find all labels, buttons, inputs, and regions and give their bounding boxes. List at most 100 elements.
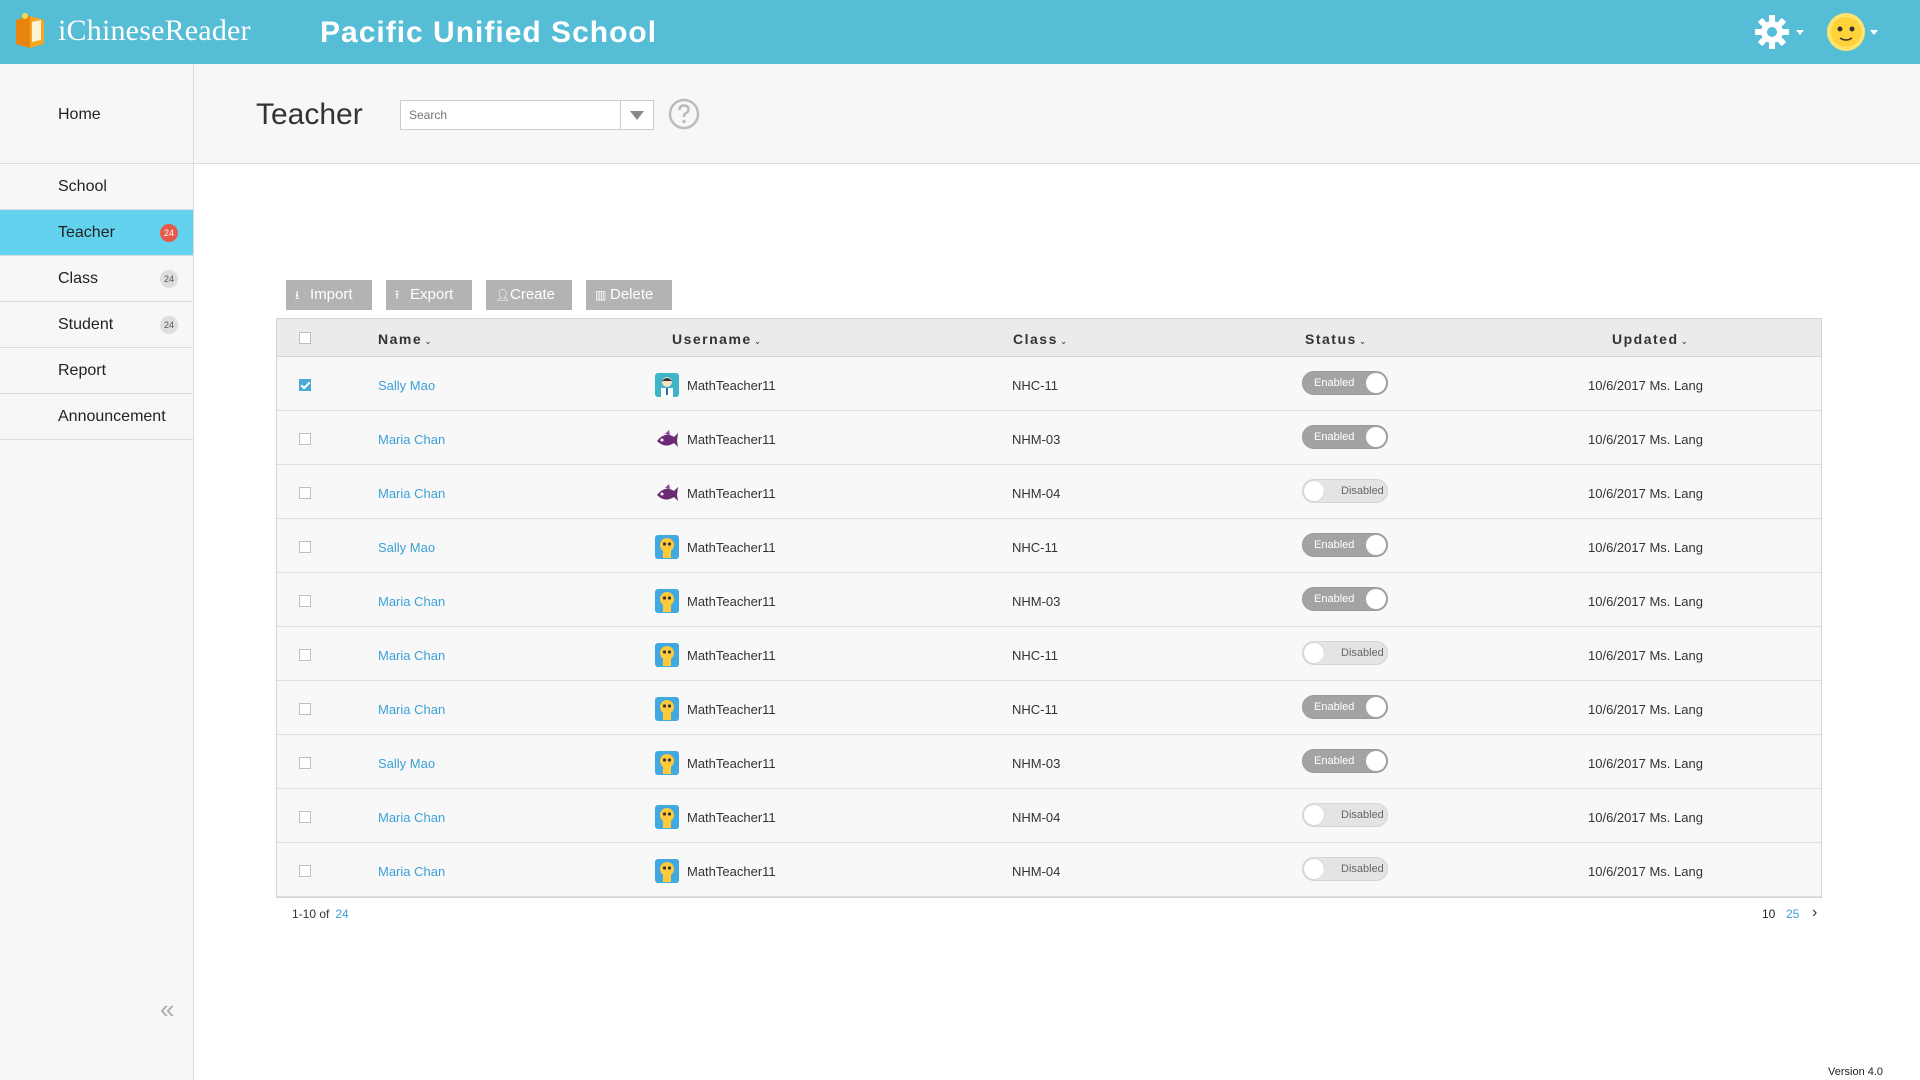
- teacher-name-link[interactable]: Sally Mao: [378, 540, 435, 555]
- next-page-chevron-icon[interactable]: ›: [1812, 904, 1817, 922]
- row-checkbox[interactable]: [299, 541, 311, 553]
- sidebar-item-student[interactable]: Student 24: [0, 302, 193, 348]
- table-row[interactable]: Sally Mao MathTeacher11 NHC-11 Enabled 10/6/…: [277, 519, 1821, 573]
- column-header-status[interactable]: Status ⌄: [1305, 331, 1368, 347]
- row-checkbox[interactable]: [299, 757, 311, 769]
- column-header-name[interactable]: Name ⌄: [378, 331, 433, 347]
- robot-avatar-icon: [655, 859, 679, 883]
- row-checkbox[interactable]: [299, 595, 311, 607]
- teacher-name-link[interactable]: Maria Chan: [378, 648, 445, 663]
- select-all-checkbox[interactable]: [299, 332, 311, 344]
- teacher-name-link[interactable]: Maria Chan: [378, 702, 445, 717]
- version-label: Version 4.0: [1828, 1066, 1884, 1078]
- pagination-range: 1-10 of: [292, 907, 330, 921]
- row-checkbox[interactable]: [299, 649, 311, 661]
- class-text: NHM-03: [1012, 594, 1061, 609]
- person-icon: 👤︎: [495, 288, 511, 302]
- username-text: MathTeacher11: [687, 648, 776, 663]
- import-button[interactable]: ⭳ Import: [286, 280, 372, 310]
- teacher-name-link[interactable]: Maria Chan: [378, 810, 445, 825]
- status-toggle[interactable]: Disabled: [1302, 803, 1388, 827]
- teacher-name-link[interactable]: Maria Chan: [378, 486, 445, 501]
- table-row[interactable]: Maria Chan MathTeacher11 NHM-04 Disabled 10/…: [277, 789, 1821, 843]
- table-row[interactable]: Maria Chan MathTeacher11 NHM-04 Disabled 10/…: [277, 465, 1821, 519]
- sidebar-item-home[interactable]: Home: [0, 64, 193, 164]
- sidebar-item-announcement[interactable]: Announcement: [0, 394, 193, 440]
- column-header-label: Name: [378, 331, 423, 347]
- teacher-name-link[interactable]: Sally Mao: [378, 378, 435, 393]
- sidebar-item-teacher[interactable]: Teacher 24: [0, 210, 193, 256]
- status-toggle[interactable]: Enabled: [1302, 695, 1388, 719]
- page-size-25[interactable]: 25: [1786, 907, 1799, 921]
- settings-gear-icon[interactable]: [1754, 14, 1810, 50]
- trash-icon: ▥: [595, 288, 607, 302]
- toggle-knob: [1304, 481, 1324, 501]
- table-row[interactable]: Sally Mao MathTeacher11 NHC-11 Enabled 10/6/…: [277, 357, 1821, 411]
- status-toggle[interactable]: Enabled: [1302, 587, 1388, 611]
- sidebar-item-report[interactable]: Report: [0, 348, 193, 394]
- create-button[interactable]: 👤︎ Create: [486, 280, 572, 310]
- teacher-name-link[interactable]: Maria Chan: [378, 864, 445, 879]
- teacher-name-link[interactable]: Maria Chan: [378, 432, 445, 447]
- status-toggle[interactable]: Disabled: [1302, 641, 1388, 665]
- sidebar-item-label: Announcement: [58, 408, 166, 425]
- column-header-class[interactable]: Class ⌄: [1013, 331, 1069, 347]
- status-label: Enabled: [1314, 593, 1355, 605]
- robot-avatar-icon: [655, 697, 679, 721]
- export-button[interactable]: ⭱ Export: [386, 280, 472, 310]
- row-checkbox[interactable]: [299, 433, 311, 445]
- username-text: MathTeacher11: [687, 378, 776, 393]
- username-text: MathTeacher11: [687, 810, 776, 825]
- search-input[interactable]: [401, 101, 637, 129]
- page-size-10[interactable]: 10: [1762, 907, 1775, 921]
- status-label: Enabled: [1314, 431, 1355, 443]
- class-text: NHM-04: [1012, 486, 1061, 501]
- pagination-info: 1-10 of 24: [292, 907, 349, 921]
- table-row[interactable]: Maria Chan MathTeacher11 NHM-04 Disabled 10/…: [277, 843, 1821, 897]
- sidebar-item-class[interactable]: Class 24: [0, 256, 193, 302]
- status-toggle[interactable]: Enabled: [1302, 371, 1388, 395]
- row-checkbox[interactable]: [299, 811, 311, 823]
- double-chevron-left-icon[interactable]: «: [160, 994, 174, 1025]
- row-checkbox[interactable]: [299, 487, 311, 499]
- sidebar-item-label: Home: [58, 106, 101, 123]
- table-row[interactable]: Maria Chan MathTeacher11 NHM-03 Enabled 10/6…: [277, 573, 1821, 627]
- column-header-label: Status: [1305, 331, 1357, 347]
- robot-avatar-icon: [655, 535, 679, 559]
- brand-name: iChineseReader: [58, 14, 251, 47]
- count-badge: 24: [160, 224, 178, 242]
- sort-caret-icon: ⌄: [1358, 336, 1368, 346]
- status-toggle[interactable]: Enabled: [1302, 533, 1388, 557]
- column-header-updated[interactable]: Updated ⌄: [1612, 331, 1690, 347]
- teacher-name-link[interactable]: Maria Chan: [378, 594, 445, 609]
- import-label: Import: [310, 286, 353, 303]
- status-label: Enabled: [1314, 539, 1355, 551]
- updated-text: 10/6/2017 Ms. Lang: [1588, 864, 1703, 879]
- table-row[interactable]: Sally Mao MathTeacher11 NHM-03 Enabled 10/6/…: [277, 735, 1821, 789]
- table-row[interactable]: Maria Chan MathTeacher11 NHM-03 Enabled 10/6…: [277, 411, 1821, 465]
- fish-avatar-icon: [655, 481, 679, 505]
- status-toggle[interactable]: Enabled: [1302, 749, 1388, 773]
- pagination-total-link[interactable]: 24: [335, 907, 348, 921]
- search-dropdown-button[interactable]: [620, 101, 653, 129]
- status-toggle[interactable]: Disabled: [1302, 857, 1388, 881]
- help-question-icon[interactable]: [668, 98, 700, 130]
- table-row[interactable]: Maria Chan MathTeacher11 NHC-11 Enabled 10/6…: [277, 681, 1821, 735]
- export-arrow-icon: ⭱: [395, 288, 400, 302]
- page-header: Teacher: [194, 64, 1920, 164]
- table-row[interactable]: Maria Chan MathTeacher11 NHC-11 Disabled 10/…: [277, 627, 1821, 681]
- row-checkbox[interactable]: [299, 865, 311, 877]
- status-toggle[interactable]: Disabled: [1302, 479, 1388, 503]
- row-checkbox[interactable]: [299, 379, 311, 391]
- delete-button[interactable]: ▥ Delete: [586, 280, 672, 310]
- import-arrow-icon: ⭳: [295, 288, 300, 302]
- teacher-name-link[interactable]: Sally Mao: [378, 756, 435, 771]
- status-toggle[interactable]: Enabled: [1302, 425, 1388, 449]
- row-checkbox[interactable]: [299, 703, 311, 715]
- column-header-username[interactable]: Username ⌄: [672, 331, 763, 347]
- updated-text: 10/6/2017 Ms. Lang: [1588, 594, 1703, 609]
- class-text: NHC-11: [1012, 378, 1058, 393]
- count-badge: 24: [160, 316, 178, 334]
- sidebar-item-school[interactable]: School: [0, 164, 193, 210]
- user-avatar-icon[interactable]: [1826, 12, 1884, 52]
